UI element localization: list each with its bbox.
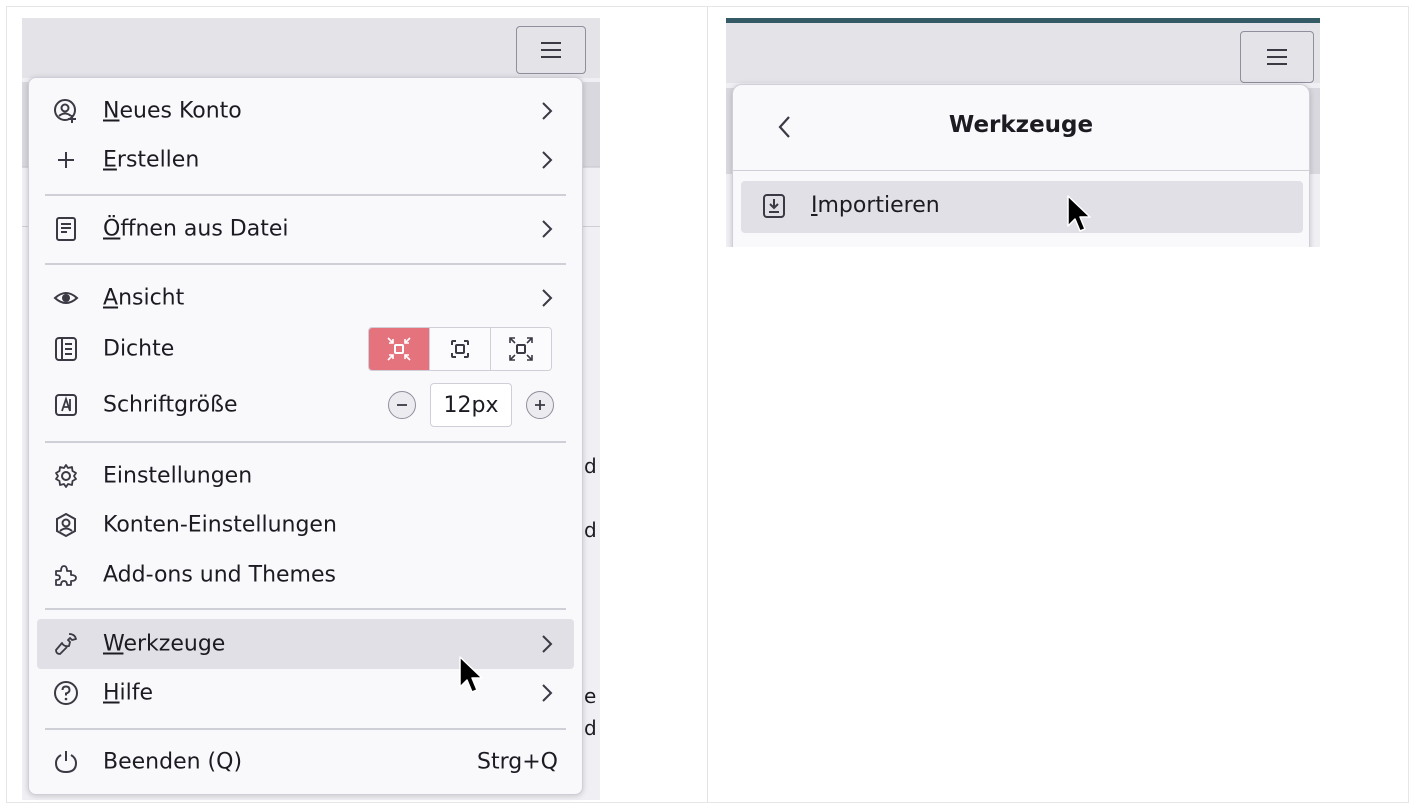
menu-item-help[interactable]: Hilfe [37, 669, 574, 717]
compact-density-icon [387, 337, 411, 361]
menu-item-addons[interactable]: Add-ons und Themes [37, 551, 574, 599]
power-icon [53, 749, 79, 775]
font-size-value[interactable]: 12px [430, 383, 512, 427]
app-menu-button[interactable] [516, 26, 586, 74]
mnemonic: A [103, 285, 119, 311]
toolbar-background [22, 18, 600, 78]
help-icon [53, 680, 79, 706]
menu-item-import[interactable]: Importieren [741, 181, 1303, 233]
font-size-icon [53, 392, 79, 418]
hamburger-icon [1267, 49, 1287, 51]
chevron-right-icon [542, 289, 553, 307]
menu-item-tools[interactable]: Werkzeuge [37, 619, 574, 669]
menu-item-view[interactable]: Ansicht [37, 274, 574, 322]
chevron-right-icon [542, 102, 553, 120]
menu-item-account-settings[interactable]: Konten-Einstellungen [37, 501, 574, 549]
hamburger-icon [541, 42, 561, 44]
mouse-cursor-icon [1067, 195, 1091, 232]
plus-icon [535, 400, 545, 410]
mnemonic: Ö [103, 216, 121, 242]
subpanel-header: Werkzeuge [733, 85, 1309, 169]
minus-icon [397, 404, 407, 406]
toolbar-background [726, 23, 1320, 83]
menu-item-label: Beenden (Q) [103, 749, 243, 775]
keyboard-shortcut: Strg+Q [477, 749, 558, 775]
new-account-icon [53, 98, 79, 124]
account-settings-icon [53, 512, 79, 538]
density-compact-button[interactable] [369, 328, 429, 370]
menu-item-label: erkzeuge [123, 631, 226, 657]
menu-item-label: Schriftgröße [103, 392, 238, 418]
right-screenshot: Werkzeuge Importieren [726, 18, 1320, 247]
import-icon [763, 194, 785, 218]
menu-separator [45, 263, 566, 265]
increase-font-button[interactable] [526, 391, 554, 419]
density-toggle-group [368, 327, 552, 371]
chevron-right-icon [542, 151, 553, 169]
menu-item-label: nsicht [118, 285, 185, 311]
menu-item-new-account[interactable]: Neues Konto [37, 87, 574, 135]
menu-item-label: Konten-Einstellungen [103, 512, 337, 538]
tools-subpanel: Werkzeuge Importieren [732, 84, 1310, 247]
menu-item-label: ilfe [119, 680, 154, 706]
menu-separator [45, 728, 566, 730]
gear-icon [53, 463, 79, 489]
chevron-right-icon [542, 635, 553, 653]
menu-item-label: mportieren [817, 193, 940, 218]
mnemonic: W [103, 631, 124, 657]
menu-item-quit[interactable]: Beenden (Q) Strg+Q [37, 738, 574, 786]
menu-item-create[interactable]: Erstellen [37, 136, 574, 184]
subpanel-separator [733, 170, 1309, 171]
chevron-right-icon [542, 220, 553, 238]
menu-item-settings[interactable]: Einstellungen [37, 452, 574, 500]
density-touch-button[interactable] [490, 328, 551, 370]
eye-icon [53, 285, 79, 311]
app-menu-button[interactable] [1240, 31, 1314, 83]
menu-separator [45, 608, 566, 610]
file-icon [53, 216, 79, 242]
touch-density-icon [509, 337, 533, 361]
menu-item-label: Einstellungen [103, 463, 253, 489]
menu-item-label: eues Konto [119, 98, 242, 124]
font-size-controls: 12px [388, 383, 554, 427]
menu-item-label: rstellen [116, 147, 200, 173]
menu-item-font-size: Schriftgröße 12px [37, 380, 574, 430]
bg-text-fragment: d [584, 454, 597, 478]
menu-item-label: Add-ons und Themes [103, 562, 336, 588]
density-icon [53, 336, 79, 362]
normal-density-icon [451, 340, 469, 358]
bg-text-fragment: e [584, 684, 597, 708]
menu-item-label: Dichte [103, 336, 175, 362]
density-normal-button[interactable] [429, 328, 490, 370]
menu-separator [45, 194, 566, 196]
wrench-icon [53, 631, 79, 657]
mnemonic: N [103, 98, 120, 124]
menu-item-density: Dichte [37, 324, 574, 374]
mnemonic: H [103, 680, 120, 706]
bg-text-fragment: d [584, 518, 597, 542]
bg-text-fragment: d [584, 716, 597, 740]
subpanel-title: Werkzeuge [948, 112, 1094, 138]
menu-separator [45, 441, 566, 443]
puzzle-icon [53, 562, 79, 588]
column-divider [707, 6, 708, 803]
chevron-right-icon [542, 684, 553, 702]
plus-icon [53, 147, 79, 173]
app-menu-panel: Neues Konto Erstellen Öffnen aus Datei A… [28, 77, 583, 795]
mnemonic: E [103, 147, 117, 173]
menu-item-open-file[interactable]: Öffnen aus Datei [37, 205, 574, 253]
menu-item-label: ffnen aus Datei [120, 216, 289, 242]
mouse-cursor-icon [459, 656, 483, 693]
decrease-font-button[interactable] [388, 391, 416, 419]
